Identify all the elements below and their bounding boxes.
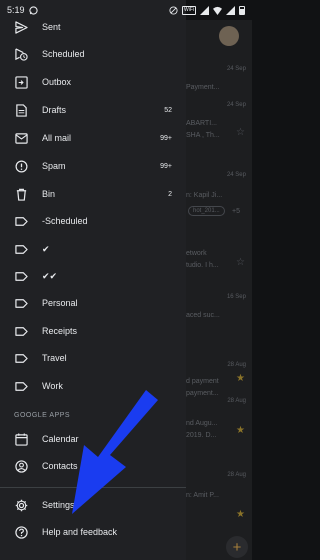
star-icon[interactable]: ☆ <box>236 258 246 268</box>
label-icon <box>14 214 28 228</box>
email-date: 24 Sep <box>226 102 246 108</box>
email-date: 24 Sep <box>226 66 246 72</box>
email-snippet: d payment <box>186 378 219 385</box>
drafts-count: 52 <box>164 106 172 114</box>
bin-count: 2 <box>168 190 172 198</box>
email-date: 28 Aug <box>227 472 246 478</box>
gear-icon <box>14 498 28 512</box>
email-date: 24 Sep <box>226 172 246 178</box>
compose-button[interactable]: + <box>226 536 248 558</box>
wifi-icon <box>213 6 222 15</box>
signal-icon <box>200 5 209 15</box>
email-snippet: ABARTI... <box>186 120 217 127</box>
label-icon <box>14 296 28 310</box>
drawer-item-label: Outbox <box>42 77 72 87</box>
email-date: 16 Sep <box>226 294 246 300</box>
drawer-item-all-mail[interactable]: All mail 99+ <box>0 124 186 152</box>
google-apps-header: GOOGLE APPS <box>14 412 71 419</box>
drawer-item-label-travel[interactable]: Travel <box>0 344 186 372</box>
drawer-item-label-receipts[interactable]: Receipts <box>0 317 186 345</box>
drawer-item-label-personal[interactable]: Personal <box>0 289 186 317</box>
status-time: 5:19 <box>7 5 25 15</box>
email-snippet: Payment... <box>186 84 220 91</box>
help-icon <box>14 525 28 539</box>
email-snippet: n: Kapil Ji... <box>186 192 223 199</box>
drawer-item-label: Drafts <box>42 105 67 115</box>
label-icon <box>14 351 28 365</box>
status-bar: 5:19 WiFi <box>0 0 252 20</box>
drawer-item-label: Calendar <box>42 434 79 444</box>
drawer-item-outbox[interactable]: Outbox <box>0 68 186 96</box>
drawer-item-bin[interactable]: Bin 2 <box>0 180 186 208</box>
label-icon <box>14 324 28 338</box>
drawer-item-label-double-check[interactable]: ✔✔ <box>0 262 186 290</box>
scheduled-send-icon <box>14 47 28 61</box>
star-icon[interactable]: ★ <box>236 426 246 436</box>
drawer-item-label-scheduled[interactable]: -Scheduled <box>0 207 186 235</box>
whatsapp-icon <box>28 5 38 15</box>
drawer-item-label: All mail <box>42 133 72 143</box>
drawer-item-label: Travel <box>42 353 67 363</box>
more-attachments-count: +5 <box>232 208 240 215</box>
email-snippet: SHA , Th... <box>186 132 220 139</box>
email-snippet: aced suc... <box>186 312 220 319</box>
outbox-icon <box>14 75 28 89</box>
drawer-item-label: ✔ <box>42 243 50 254</box>
all-mail-count: 99+ <box>160 134 172 142</box>
star-icon[interactable]: ★ <box>236 374 246 384</box>
star-icon[interactable]: ☆ <box>236 128 246 138</box>
drawer-item-label-check[interactable]: ✔ <box>0 235 186 263</box>
all-mail-icon <box>14 131 28 145</box>
email-date: 28 Aug <box>227 398 246 404</box>
send-icon <box>14 20 28 34</box>
drawer-item-settings[interactable]: Settings <box>0 491 186 519</box>
drawer-item-label: Work <box>42 381 63 391</box>
email-snippet: nd Augu... <box>186 420 218 427</box>
drawer-item-help-feedback[interactable]: Help and feedback <box>0 518 186 546</box>
label-icon <box>14 379 28 393</box>
calendar-icon <box>14 432 28 446</box>
divider <box>0 487 186 488</box>
label-icon <box>14 269 28 283</box>
draft-icon <box>14 103 28 117</box>
drawer-item-label: Receipts <box>42 326 78 336</box>
spam-count: 99+ <box>160 162 172 170</box>
drawer-item-contacts[interactable]: Contacts <box>0 452 186 480</box>
email-snippet: payment... <box>186 390 219 397</box>
email-snippet: 2019. D... <box>186 432 217 439</box>
drawer-item-label: Settings <box>42 500 75 510</box>
drawer-item-label: Scheduled <box>42 49 85 59</box>
drawer-item-drafts[interactable]: Drafts 52 <box>0 96 186 124</box>
email-date: 28 Aug <box>227 362 246 368</box>
drawer-item-calendar[interactable]: Calendar <box>0 425 186 453</box>
email-snippet: tudio. I h... <box>186 262 219 269</box>
wifi-calling-badge: WiFi <box>182 5 196 15</box>
trash-icon <box>14 187 28 201</box>
drawer-item-label: Personal <box>42 298 78 308</box>
drawer-item-label: Spam <box>42 161 66 171</box>
label-icon <box>14 242 28 256</box>
drawer-item-scheduled[interactable]: Scheduled <box>0 40 186 68</box>
drawer-item-spam[interactable]: Spam 99+ <box>0 152 186 180</box>
mute-icon <box>169 5 178 15</box>
contacts-icon <box>14 459 28 473</box>
inbox-background: 24 Sep Payment... 24 Sep ABARTI... SHA ,… <box>186 20 252 560</box>
drawer-item-label: Bin <box>42 189 56 199</box>
drawer-item-label: Sent <box>42 22 61 32</box>
spam-icon <box>14 159 28 173</box>
drawer-item-label: ✔✔ <box>42 270 58 281</box>
signal-strength-icon <box>226 5 235 15</box>
battery-icon <box>239 5 245 15</box>
navigation-drawer: Sent Scheduled Outbox Drafts 52 All mail… <box>0 0 186 560</box>
email-snippet: n: Amit P... <box>186 492 219 499</box>
avatar[interactable] <box>219 26 239 46</box>
drawer-item-label-work[interactable]: Work <box>0 372 186 400</box>
drawer-item-label: -Scheduled <box>42 216 88 226</box>
star-icon[interactable]: ★ <box>236 510 246 520</box>
email-snippet: etwork <box>186 250 207 257</box>
drawer-item-label: Contacts <box>42 461 78 471</box>
drawer-item-label: Help and feedback <box>42 527 118 537</box>
attachment-chip[interactable]: hot_201... <box>188 206 225 216</box>
